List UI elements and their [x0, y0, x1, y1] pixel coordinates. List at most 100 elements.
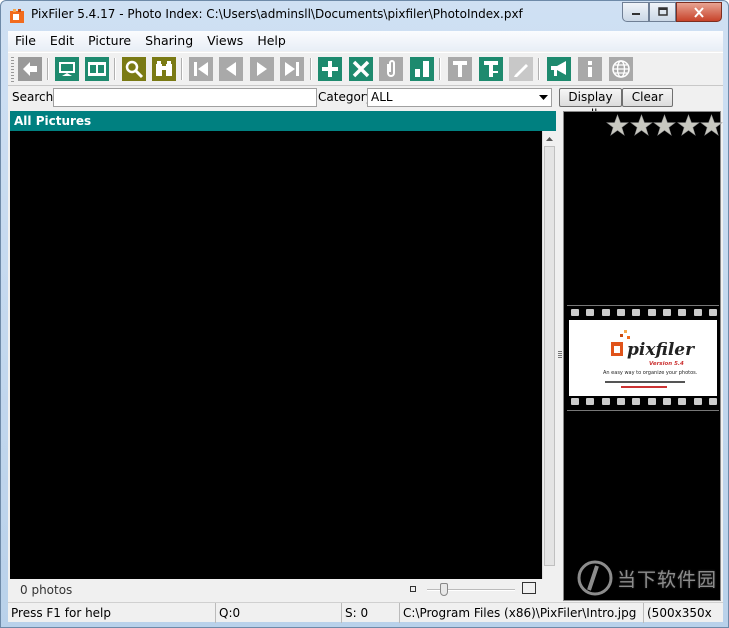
find-button[interactable] [152, 57, 176, 81]
arrange-icon [410, 57, 434, 81]
text-button[interactable] [448, 57, 472, 81]
maximize-icon [657, 7, 668, 16]
star-icon[interactable] [700, 114, 723, 137]
photo-grid[interactable] [10, 131, 542, 579]
scroll-up-icon[interactable] [543, 131, 556, 146]
preview-small-print [605, 381, 685, 383]
star-icon[interactable] [653, 114, 676, 137]
megaphone-icon [547, 57, 571, 81]
menu-edit[interactable]: Edit [43, 31, 81, 51]
info-button[interactable] [578, 57, 602, 81]
scroll-thumb[interactable] [544, 146, 555, 566]
info-icon [578, 57, 602, 81]
film-holes-top [571, 309, 717, 316]
filmstrip-button[interactable] [85, 57, 109, 81]
toolbar-separator [538, 58, 540, 80]
slideshow-button[interactable] [55, 57, 79, 81]
pencil-button[interactable] [509, 57, 533, 81]
back-button[interactable] [18, 57, 42, 81]
attach-button[interactable] [379, 57, 403, 81]
text-edit-icon [479, 57, 503, 81]
pencil-icon [509, 57, 533, 81]
app-icon [10, 9, 24, 23]
last-button[interactable] [280, 57, 304, 81]
toolbar-separator [47, 58, 49, 80]
preview-tagline: An easy way to organize your photos. [603, 370, 698, 376]
maximize-button[interactable] [649, 2, 676, 22]
toolbar-grip[interactable] [11, 57, 14, 83]
add-button[interactable] [318, 57, 342, 81]
close-icon [694, 6, 704, 18]
preview-logo-text: pixfiler [627, 340, 695, 360]
watermark-logo-icon [577, 560, 613, 596]
first-icon [189, 57, 213, 81]
rating-stars[interactable] [606, 114, 724, 137]
menu-bar: File Edit Picture Sharing Views Help [8, 31, 723, 51]
clear-button[interactable]: Clear [622, 88, 673, 107]
preview-filmstrip[interactable]: pixfiler Version 5.4 An easy way to orga… [567, 305, 719, 411]
preview-image: pixfiler Version 5.4 An easy way to orga… [569, 320, 717, 396]
delete-button[interactable] [349, 57, 373, 81]
preview-panel: pixfiler Version 5.4 An easy way to orga… [563, 111, 724, 601]
menu-picture[interactable]: Picture [81, 31, 138, 51]
menu-sharing[interactable]: Sharing [138, 31, 200, 51]
binoculars-icon [152, 57, 176, 81]
status-dimensions: (500x350x [647, 606, 712, 620]
previous-button[interactable] [219, 57, 243, 81]
toolbar-separator [439, 58, 441, 80]
minimize-button[interactable] [622, 2, 649, 22]
announce-button[interactable] [547, 57, 571, 81]
window-title: PixFiler 5.4.17 - Photo Index: C:\Users\… [31, 7, 523, 21]
arrange-button[interactable] [410, 57, 434, 81]
web-button[interactable] [609, 57, 633, 81]
status-help: Press F1 for help [8, 603, 216, 623]
zoom-large-icon [522, 582, 536, 594]
star-icon[interactable] [676, 114, 700, 137]
add-icon [318, 57, 342, 81]
category-select[interactable]: ALL [367, 88, 552, 107]
star-icon[interactable] [606, 114, 629, 137]
chevron-down-icon[interactable] [535, 89, 551, 106]
client-area: File Edit Picture Sharing Views Help Sea… [8, 31, 724, 623]
search-icon [122, 57, 146, 81]
photo-count: 0 photos [20, 583, 73, 597]
globe-icon [609, 57, 633, 81]
display-all-button[interactable]: Display all [559, 88, 622, 121]
text-icon [448, 57, 472, 81]
watermark: 当下软件园 [577, 560, 717, 596]
toolbar-separator [181, 58, 183, 80]
preview-version: Version 5.4 [649, 361, 684, 367]
zoom-small-icon [410, 586, 416, 592]
delete-icon [349, 57, 373, 81]
toolbar-separator [114, 58, 116, 80]
search-input[interactable] [53, 88, 317, 107]
title-bar[interactable]: PixFiler 5.4.17 - Photo Index: C:\Users\… [1, 1, 728, 31]
photo-footer: 0 photos [10, 579, 556, 601]
status-selected: S: 0 [342, 603, 400, 623]
panel-header: All Pictures [10, 111, 556, 131]
attach-icon [379, 57, 403, 81]
next-button[interactable] [250, 57, 274, 81]
menu-file[interactable]: File [8, 31, 43, 51]
star-icon[interactable] [629, 114, 653, 137]
toolbar [8, 52, 723, 86]
toolbar-separator [310, 58, 312, 80]
zoom-slider-thumb[interactable] [440, 583, 448, 596]
close-button[interactable] [676, 2, 722, 22]
minimize-icon [631, 13, 640, 15]
search-button[interactable] [122, 57, 146, 81]
menu-views[interactable]: Views [200, 31, 250, 51]
vertical-scrollbar[interactable] [542, 131, 556, 579]
search-bar: Search: Category: ALL Display all Clear [8, 87, 723, 121]
menu-help[interactable]: Help [250, 31, 293, 51]
last-icon [280, 57, 304, 81]
window-controls [622, 2, 722, 22]
back-arrow-icon [18, 57, 42, 81]
status-queue: Q:0 [216, 603, 342, 623]
text-edit-button[interactable] [479, 57, 503, 81]
preview-small-link [621, 386, 667, 388]
next-icon [250, 57, 274, 81]
first-button[interactable] [189, 57, 213, 81]
film-holes-bottom [571, 398, 717, 405]
splitter-grip-icon [558, 351, 562, 359]
